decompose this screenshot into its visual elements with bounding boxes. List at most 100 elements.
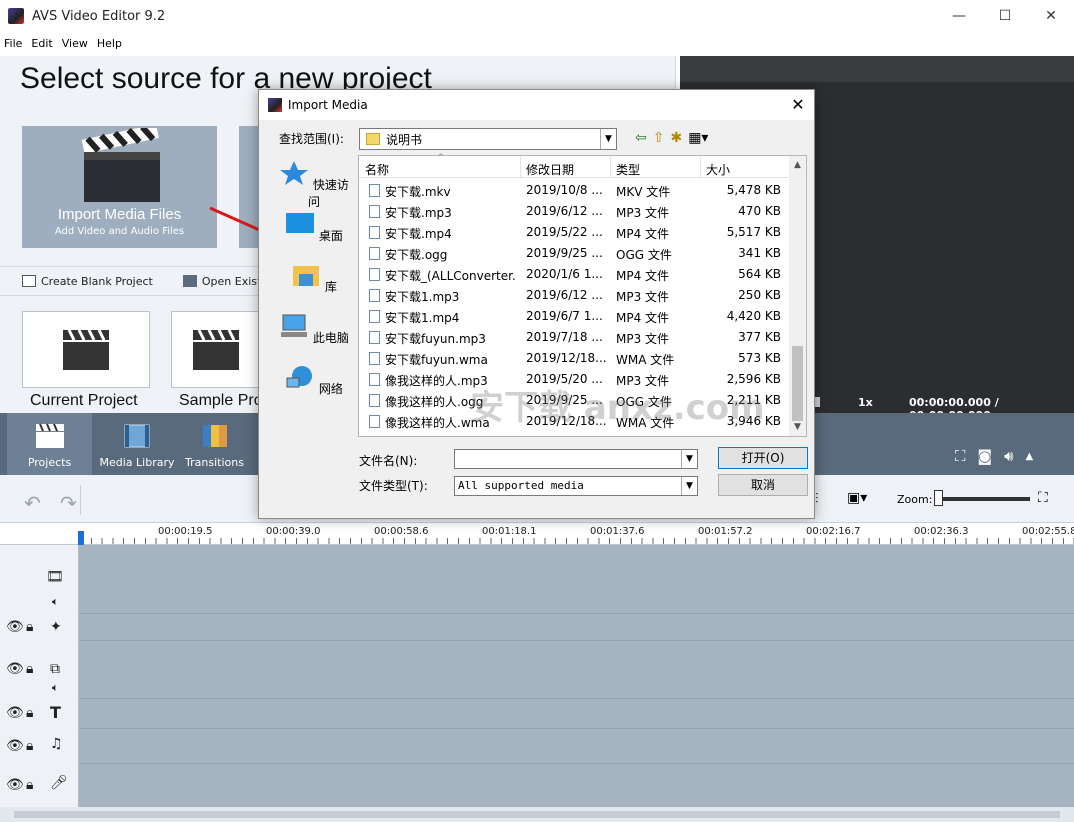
eye-icon[interactable]: 👁︎ <box>6 705 24 721</box>
mute-icon[interactable]: 🔈︎ <box>52 681 59 695</box>
zoom-slider-track[interactable] <box>938 497 1030 501</box>
fit-timeline-icon[interactable]: ⛶ <box>1038 490 1048 506</box>
menu-view[interactable]: View <box>62 37 88 50</box>
maximize-button[interactable]: ☐ <box>982 0 1028 32</box>
clapperboard-small-icon <box>63 328 109 370</box>
audio-mixer-icon[interactable]: ⫶ <box>815 491 819 507</box>
ruler-mark: 00:02:36.3 <box>914 526 969 537</box>
zoom-slider-thumb[interactable] <box>934 490 943 506</box>
menu-file[interactable]: File <box>4 37 22 50</box>
eye-icon[interactable]: 👁︎ <box>6 661 24 677</box>
place-quick-access[interactable]: 快速访问 <box>279 160 349 210</box>
lock-icon[interactable]: 🔒︎ <box>26 619 33 635</box>
tab-media-library[interactable]: Media Library <box>92 413 182 475</box>
filename-input[interactable]: ▼ <box>454 449 698 469</box>
import-media-tile[interactable]: Import Media Files Add Video and Audio F… <box>22 126 217 248</box>
eye-icon[interactable]: 👁︎ <box>6 619 24 635</box>
fullscreen-icon[interactable]: ⛶ <box>955 447 966 465</box>
back-icon[interactable]: ⇦ <box>635 130 647 146</box>
scroll-up-icon[interactable]: ▲ <box>789 160 806 170</box>
speed-label[interactable]: 1x <box>858 396 873 409</box>
file-size: 250 KB <box>738 288 781 302</box>
file-row[interactable]: 安下载1.mp4 2019/6/7 1... MP4 文件 4,420 KB <box>359 306 791 327</box>
menu-edit[interactable]: Edit <box>31 37 52 50</box>
chevron-down-icon[interactable]: ▼ <box>681 477 697 495</box>
timeline-ruler[interactable]: 00:00:19.5 00:00:39.0 00:00:58.6 00:01:1… <box>0 523 1074 545</box>
tab-transitions[interactable]: Transitions <box>172 413 257 475</box>
file-row[interactable]: 安下载.ogg 2019/9/25 ... OGG 文件 341 KB <box>359 243 791 264</box>
title-bar: AVS Video Editor 9.2 — ☐ ✕ <box>0 0 1074 32</box>
place-libraries[interactable]: 库 <box>279 262 349 295</box>
file-row[interactable]: 安下载.mp4 2019/5/22 ... MP4 文件 5,517 KB <box>359 222 791 243</box>
scrollbar-thumb[interactable] <box>792 346 803 421</box>
lock-icon[interactable]: 🔒︎ <box>26 661 33 677</box>
file-list-header: 名称 ^ 修改日期 类型 大小 <box>359 153 791 178</box>
text-track-icon: T <box>50 703 61 722</box>
place-label: 库 <box>324 280 337 294</box>
column-size[interactable]: 大小 <box>706 161 730 178</box>
sample-project-tile[interactable] <box>171 311 261 388</box>
filename-label: 文件名(N): <box>359 454 418 468</box>
place-desktop[interactable]: 桌面 <box>279 211 349 244</box>
lock-icon[interactable]: 🔒︎ <box>26 705 33 721</box>
view-menu-icon[interactable]: ▦▾ <box>688 130 708 146</box>
file-row[interactable]: 安下载.mp3 2019/6/12 ... MP3 文件 470 KB <box>359 201 791 222</box>
menu-help[interactable]: Help <box>97 37 122 50</box>
file-row[interactable]: 安下载fuyun.wma 2019/12/18... WMA 文件 573 KB <box>359 348 791 369</box>
redo-icon[interactable]: ↷ <box>60 491 77 515</box>
horizontal-scrollbar[interactable] <box>0 807 1074 822</box>
cancel-button[interactable]: 取消 <box>718 474 808 496</box>
monitor-icon[interactable]: ▣▾ <box>847 490 867 506</box>
close-button[interactable]: ✕ <box>1028 0 1074 32</box>
new-folder-icon[interactable]: ✱ <box>670 130 682 146</box>
current-project-tile[interactable] <box>22 311 150 388</box>
file-list-scrollbar[interactable]: ▲ ▼ <box>789 156 806 436</box>
dialog-close-icon[interactable]: ✕ <box>788 95 808 115</box>
clapperboard-small-icon-2 <box>193 328 239 370</box>
column-name[interactable]: 名称 <box>365 161 389 178</box>
playhead[interactable] <box>78 531 84 545</box>
file-row[interactable]: 安下载.mkv 2019/10/8 ... MKV 文件 5,478 KB <box>359 180 791 201</box>
chevron-down-icon[interactable]: ▼ <box>600 129 616 149</box>
ruler-mark: 00:02:55.8 <box>1022 526 1074 537</box>
minimize-button[interactable]: — <box>936 0 982 32</box>
look-in-combo[interactable]: 说明书 ▼ <box>359 128 617 150</box>
transitions-icon <box>202 425 227 447</box>
snapshot-icon[interactable]: ◙ <box>978 447 993 465</box>
file-icon <box>369 331 380 344</box>
chevron-down-icon[interactable]: ▼ <box>681 450 697 468</box>
file-row[interactable]: 安下载fuyun.mp3 2019/7/18 ... MP3 文件 377 KB <box>359 327 791 348</box>
mute-icon[interactable]: 🔈︎ <box>52 595 59 609</box>
filetype-select[interactable]: All supported media ▼ <box>454 476 698 496</box>
open-button[interactable]: 打开(O) <box>718 447 808 469</box>
file-size: 5,517 KB <box>726 225 781 239</box>
track-divider <box>79 613 1074 614</box>
file-row[interactable]: 安下载_(ALLConverter... 2020/1/6 1... MP4 文件 5… <box>359 264 791 285</box>
create-blank-project-link[interactable]: Create Blank Project <box>22 275 153 288</box>
tab-projects[interactable]: Projects <box>7 413 92 475</box>
file-type: OGG 文件 <box>616 248 672 262</box>
lock-icon[interactable]: 🔒︎ <box>26 738 33 754</box>
scroll-down-icon[interactable]: ▼ <box>789 422 806 432</box>
ruler-mark: 00:01:37.6 <box>590 526 645 537</box>
column-date[interactable]: 修改日期 <box>526 161 574 178</box>
menu-arrow-icon[interactable]: ▲ <box>1026 447 1034 465</box>
volume-icon[interactable]: 🔊︎ <box>1004 447 1013 465</box>
lock-icon[interactable]: 🔒︎ <box>26 777 33 793</box>
eye-icon[interactable]: 👁︎ <box>6 738 24 754</box>
place-this-pc[interactable]: 此电脑 <box>279 313 349 346</box>
file-row[interactable]: 安下载1.mp3 2019/6/12 ... MP3 文件 250 KB <box>359 285 791 306</box>
scrollbar-thumb[interactable] <box>14 811 1060 818</box>
menu-bar: File Edit View Help <box>0 32 1074 54</box>
undo-icon[interactable]: ↶ <box>24 491 41 515</box>
up-folder-icon[interactable]: ⇧ <box>653 130 665 146</box>
column-type[interactable]: 类型 <box>616 161 640 178</box>
desktop-icon <box>286 213 315 233</box>
column-separator <box>520 156 521 178</box>
video-track-icon: 🎞︎ <box>46 569 64 585</box>
file-name: 安下载1.mp3 <box>385 290 460 304</box>
eye-icon[interactable]: 👁︎ <box>6 777 24 793</box>
place-network[interactable]: 网络 <box>279 364 349 397</box>
timeline-tracks[interactable] <box>79 545 1074 807</box>
file-date: 2020/1/6 1... <box>526 267 603 281</box>
